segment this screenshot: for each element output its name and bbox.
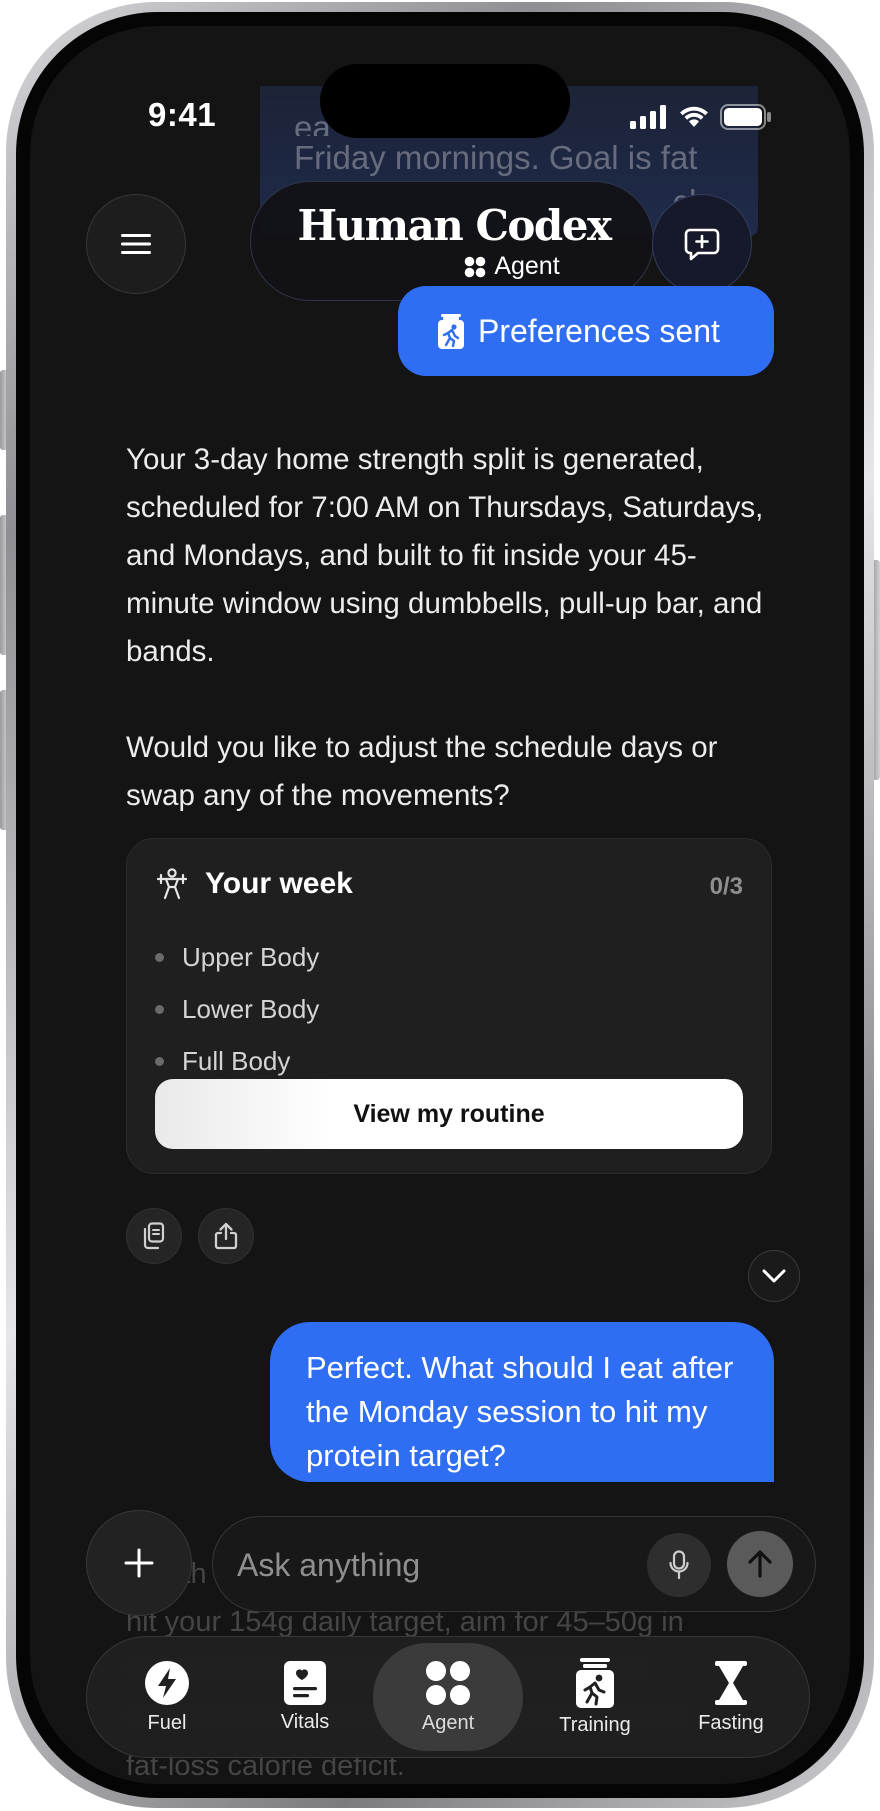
- week-card-header: Your week: [155, 867, 353, 901]
- phone-bezel: ea Friday mornings. Goal is fat cle. 9:4…: [16, 12, 864, 1798]
- bullet-dot: [155, 1004, 164, 1014]
- tab-agent[interactable]: Agent: [373, 1643, 523, 1751]
- menu-button[interactable]: [86, 194, 186, 294]
- status-icons: [630, 104, 772, 130]
- tab-vitals[interactable]: Vitals: [255, 1643, 355, 1751]
- send-button[interactable]: [727, 1531, 793, 1597]
- bolt-icon: [145, 1660, 189, 1705]
- week-progress-count: 0/3: [709, 873, 743, 900]
- app-brand-title: Human Codex: [297, 201, 612, 250]
- app-title-pill: Human Codex Agent: [250, 181, 654, 301]
- workout-name: Full Body: [182, 1045, 291, 1076]
- preferences-sent-label: Preferences sent: [478, 312, 720, 349]
- week-card-title: Your week: [205, 867, 353, 900]
- workout-name: Lower Body: [182, 993, 320, 1024]
- new-chat-button[interactable]: [652, 194, 752, 294]
- hamburger-icon: [121, 234, 151, 254]
- weightlifter-icon: [156, 868, 188, 900]
- attach-button[interactable]: [86, 1510, 192, 1616]
- arrow-up-icon: [748, 1550, 772, 1578]
- chevron-down-icon: [762, 1269, 786, 1283]
- preferences-sent-pill: Preferences sent: [398, 286, 774, 376]
- assistant-message: Your 3-day home strength split is genera…: [126, 436, 766, 820]
- status-time: 9:41: [148, 96, 217, 133]
- battery-icon: [720, 104, 771, 130]
- bullet-dot: [155, 1056, 164, 1066]
- workout-name: Upper Body: [182, 941, 320, 972]
- plus-icon: [124, 1548, 154, 1578]
- training-icon: [438, 314, 464, 349]
- week-workout-list: Upper Body Lower Body Full Body: [155, 931, 319, 1087]
- microphone-icon: [669, 1550, 689, 1580]
- app-subtitle: Agent: [464, 252, 560, 281]
- tab-training[interactable]: Training: [535, 1643, 655, 1751]
- list-item: Lower Body: [155, 983, 319, 1035]
- vitals-icon: [284, 1660, 326, 1705]
- new-message-icon: [684, 228, 720, 261]
- share-icon: [214, 1222, 238, 1250]
- list-item: Upper Body: [155, 931, 319, 983]
- assistant-paragraph: Your 3-day home strength split is genera…: [126, 443, 764, 668]
- agent-label: Agent: [494, 252, 560, 280]
- bullet-dot: [155, 952, 164, 962]
- tab-label: Training: [559, 1713, 631, 1736]
- composer-bar: [212, 1516, 816, 1612]
- tab-label: Agent: [421, 1711, 475, 1734]
- cellular-signal-icon: [630, 105, 666, 129]
- dynamic-island: [320, 64, 570, 138]
- copy-icon: [143, 1222, 165, 1250]
- voice-input-button[interactable]: [647, 1533, 711, 1597]
- week-routine-card: Your week 0/3 Upper Body Lower Body Full…: [126, 838, 772, 1174]
- agent-grid-icon: [465, 256, 486, 277]
- tab-label: Fuel: [147, 1711, 187, 1734]
- screen: ea Friday mornings. Goal is fat cle. 9:4…: [30, 26, 850, 1784]
- scroll-down-button[interactable]: [748, 1250, 800, 1302]
- share-button[interactable]: [198, 1208, 254, 1264]
- user-message: Perfect. What should I eat after the Mon…: [270, 1322, 774, 1482]
- ask-input[interactable]: [237, 1537, 637, 1593]
- tab-label: Fasting: [698, 1711, 764, 1734]
- tab-fasting[interactable]: Fasting: [681, 1643, 781, 1751]
- agent-grid-icon: [426, 1660, 470, 1705]
- wifi-icon: [680, 106, 708, 127]
- tab-bar: Fuel Vitals Agent Training Fasting: [86, 1636, 810, 1758]
- tab-fuel[interactable]: Fuel: [117, 1643, 217, 1751]
- phone-frame: ea Friday mornings. Goal is fat cle. 9:4…: [6, 2, 874, 1808]
- training-icon: [576, 1657, 614, 1708]
- assistant-paragraph: Would you like to adjust the schedule da…: [126, 731, 718, 812]
- hourglass-icon: [715, 1660, 747, 1705]
- view-routine-button[interactable]: View my routine: [155, 1079, 743, 1149]
- copy-button[interactable]: [126, 1208, 182, 1264]
- tab-label: Vitals: [280, 1710, 330, 1733]
- previous-message-line: Friday mornings. Goal is fat: [294, 139, 698, 176]
